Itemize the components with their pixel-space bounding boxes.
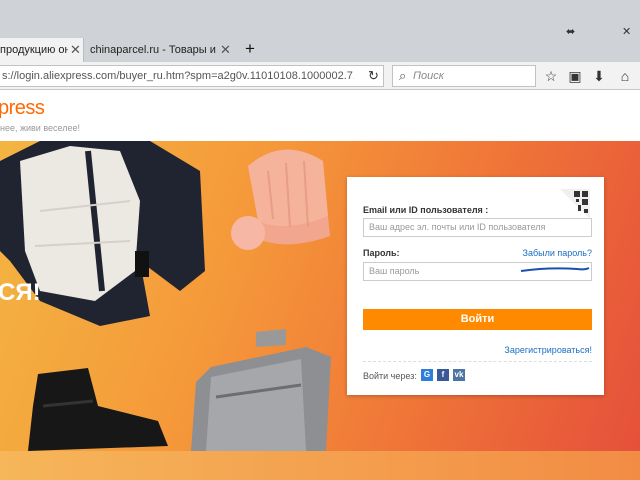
reading-list-icon[interactable]: ▣ <box>566 66 584 86</box>
window-titlebar: ⬌ ✕ <box>0 0 640 38</box>
register-link[interactable]: Зарегистрироваться! <box>504 345 592 355</box>
reload-icon[interactable]: ↻ <box>368 66 382 86</box>
qr-code-icon[interactable] <box>560 189 590 219</box>
close-tab-icon[interactable]: ✕ <box>70 38 81 62</box>
search-icon: ⌕ <box>399 68 407 83</box>
password-label: Пароль: <box>363 248 400 258</box>
divider <box>363 361 592 362</box>
tab-title: продукцию онлайн <box>0 44 68 56</box>
tab-strip: продукцию онлайн ✕ chinaparcel.ru - Това… <box>0 38 640 62</box>
annotation-underline <box>520 267 590 272</box>
address-bar[interactable]: s://login.aliexpress.com/buyer_ru.htm?sp… <box>0 65 384 87</box>
window-close-icon[interactable]: ✕ <box>622 26 631 38</box>
home-icon[interactable]: ⌂ <box>616 66 634 86</box>
url-text[interactable]: s://login.aliexpress.com/buyer_ru.htm?sp… <box>2 66 354 86</box>
download-icon[interactable]: ⬇ <box>590 66 608 86</box>
knit-hat-image <box>231 149 330 250</box>
window-controls-icon[interactable]: ⬌ <box>566 26 575 38</box>
search-bar[interactable]: ⌕ Поиск <box>392 65 536 87</box>
new-tab-button[interactable]: + <box>240 38 260 62</box>
vk-icon[interactable]: vk <box>453 369 465 381</box>
password-placeholder: Ваш пароль <box>369 266 420 276</box>
web-page: press нее, живи веселее! СЯ! Email или I… <box>0 91 640 480</box>
slogan: нее, живи веселее! <box>0 123 80 133</box>
tab-title: chinaparcel.ru - Товары из Кита <box>90 44 216 56</box>
email-label: Email или ID пользователя : <box>363 205 489 215</box>
forgot-password-link[interactable]: Забыли пароль? <box>523 248 592 258</box>
login-button[interactable]: Войти <box>363 309 592 330</box>
email-placeholder: Ваш адрес эл. почты или ID пользователя <box>369 222 546 232</box>
backpack-image <box>191 329 331 451</box>
banner-slogan: СЯ! <box>0 279 41 306</box>
tab-chinaparcel[interactable]: chinaparcel.ru - Товары из Кита ✕ <box>90 38 236 62</box>
bookmark-star-icon[interactable]: ☆ <box>542 66 560 86</box>
social-login-label: Войти через: <box>363 371 417 381</box>
email-field[interactable]: Ваш адрес эл. почты или ID пользователя <box>363 218 592 237</box>
facebook-icon[interactable]: f <box>437 369 449 381</box>
banner-bottom-strip <box>0 451 640 480</box>
tab-aliexpress[interactable]: продукцию онлайн ✕ <box>0 38 84 62</box>
boot-image <box>28 368 168 451</box>
close-tab-icon[interactable]: ✕ <box>220 38 231 62</box>
navigation-bar: s://login.aliexpress.com/buyer_ru.htm?sp… <box>0 62 640 90</box>
search-placeholder: Поиск <box>413 70 444 82</box>
google-icon[interactable]: G <box>421 369 433 381</box>
aliexpress-logo[interactable]: press <box>0 97 45 120</box>
login-form: Email или ID пользователя : Ваш адрес эл… <box>347 177 604 395</box>
